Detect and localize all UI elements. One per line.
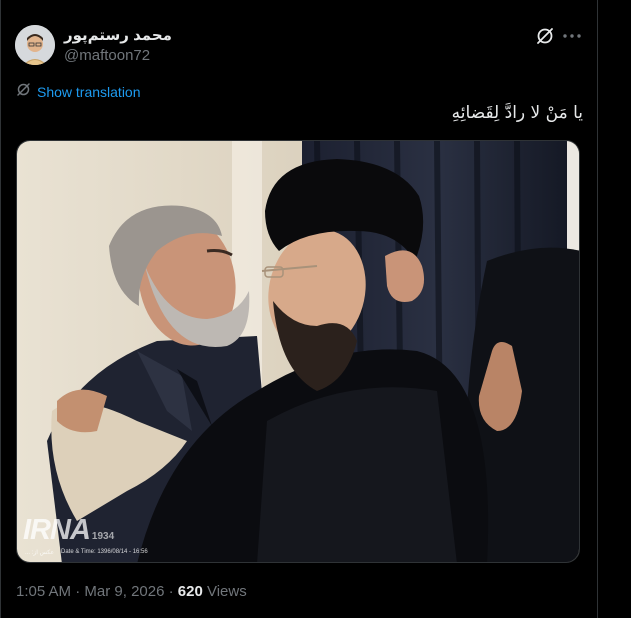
- meta-separator-2: ·: [168, 583, 174, 600]
- tweet-photo[interactable]: IRNA 1934 عکس از: ... Date & Time: 1396/0…: [16, 140, 580, 563]
- avatar[interactable]: [15, 25, 55, 65]
- author-display-name[interactable]: محمد رستم‌پور: [64, 26, 172, 44]
- tweet-time[interactable]: 1:05 AM: [16, 583, 71, 600]
- photo-credit: عکس از: ...: [25, 550, 55, 556]
- translate-icon: [16, 82, 31, 102]
- tweet-text: یا مَنْ لا رادَّ لِقَضائِهِ: [451, 103, 583, 123]
- show-translation-link[interactable]: Show translation: [16, 82, 141, 102]
- right-divider: [597, 0, 598, 618]
- tweet-date[interactable]: Mar 9, 2026: [84, 583, 164, 600]
- avatar-image: [15, 25, 55, 65]
- photo-date: Date & Time: 1396/08/14 - 16:56: [61, 549, 148, 555]
- tweet-meta: 1:05 AM · Mar 9, 2026 · 620 Views: [16, 583, 247, 600]
- more-options-icon[interactable]: [561, 26, 583, 46]
- meta-separator: ·: [75, 583, 81, 600]
- irna-watermark: IRNA 1934 عکس از: ... Date & Time: 1396/0…: [23, 514, 148, 556]
- views-count: 620: [177, 583, 203, 600]
- author-handle[interactable]: @maftoon72: [64, 47, 150, 64]
- left-divider: [0, 0, 1, 618]
- photo-illustration: [17, 141, 579, 562]
- views-label: Views: [206, 583, 247, 600]
- irna-logo: IRNA: [23, 514, 91, 546]
- irna-year: 1934: [91, 531, 115, 542]
- show-translation-label[interactable]: Show translation: [37, 84, 141, 100]
- grok-icon[interactable]: [535, 26, 555, 46]
